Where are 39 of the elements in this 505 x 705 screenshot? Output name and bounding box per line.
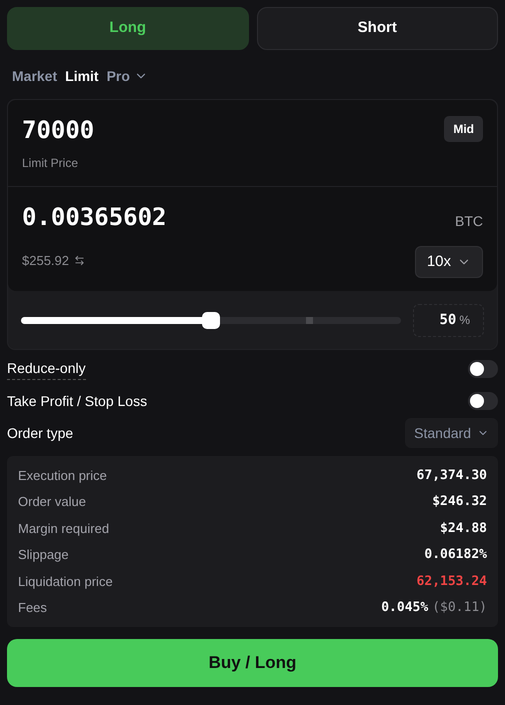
- size-value[interactable]: 0.00365602: [22, 203, 166, 231]
- slider-tick: [306, 316, 313, 324]
- slider-track[interactable]: [21, 316, 401, 324]
- unit-label: BTC: [455, 212, 483, 231]
- summary-extra: ($0.11): [432, 599, 487, 617]
- usd-value: $255.92: [22, 252, 69, 270]
- summary-label: Slippage: [18, 546, 69, 564]
- order-type-tab[interactable]: Pro: [106, 66, 148, 86]
- leverage-dropdown[interactable]: 10x: [414, 246, 483, 278]
- summary-value: 0.06182%: [424, 546, 487, 564]
- buy-long-button[interactable]: Buy / Long: [7, 639, 498, 687]
- limit-price-label: Limit Price: [22, 155, 80, 172]
- summary-value: $24.88: [440, 520, 487, 538]
- summary-label: Execution price: [18, 466, 107, 485]
- summary-label: Order value: [18, 493, 86, 511]
- slider-thumb[interactable]: [202, 312, 220, 328]
- summary-value: 62,153.24: [416, 572, 487, 590]
- summary-value: 67,374.30: [416, 466, 487, 484]
- percent-value: 50: [439, 310, 456, 330]
- mid-button[interactable]: Mid: [444, 116, 483, 142]
- order-type-label: Order type: [7, 424, 74, 443]
- percent-field[interactable]: 50 %: [413, 304, 484, 336]
- side-tab[interactable]: Long: [7, 7, 248, 50]
- toggle-switch[interactable]: [468, 360, 498, 378]
- order-type-dropdown[interactable]: Standard: [405, 418, 498, 448]
- order-type-tab[interactable]: Market: [12, 66, 58, 86]
- toggle-label: Take Profit / Stop Loss: [7, 392, 148, 411]
- summary-label: Fees: [18, 599, 47, 617]
- side-tab[interactable]: Short: [256, 7, 498, 50]
- toggle-label: Reduce-only: [7, 358, 86, 380]
- order-type-tab[interactable]: Limit: [65, 66, 99, 86]
- summary-value: $246.32: [432, 493, 487, 511]
- summary-value: 0.045%: [381, 599, 428, 617]
- summary-label: Margin required: [18, 520, 110, 538]
- summary-label: Liquidation price: [18, 572, 113, 591]
- percent-unit: %: [459, 312, 470, 329]
- toggle-switch[interactable]: [468, 392, 498, 410]
- limit-price-value[interactable]: 70000: [22, 116, 94, 144]
- swap-icon[interactable]: [74, 255, 85, 266]
